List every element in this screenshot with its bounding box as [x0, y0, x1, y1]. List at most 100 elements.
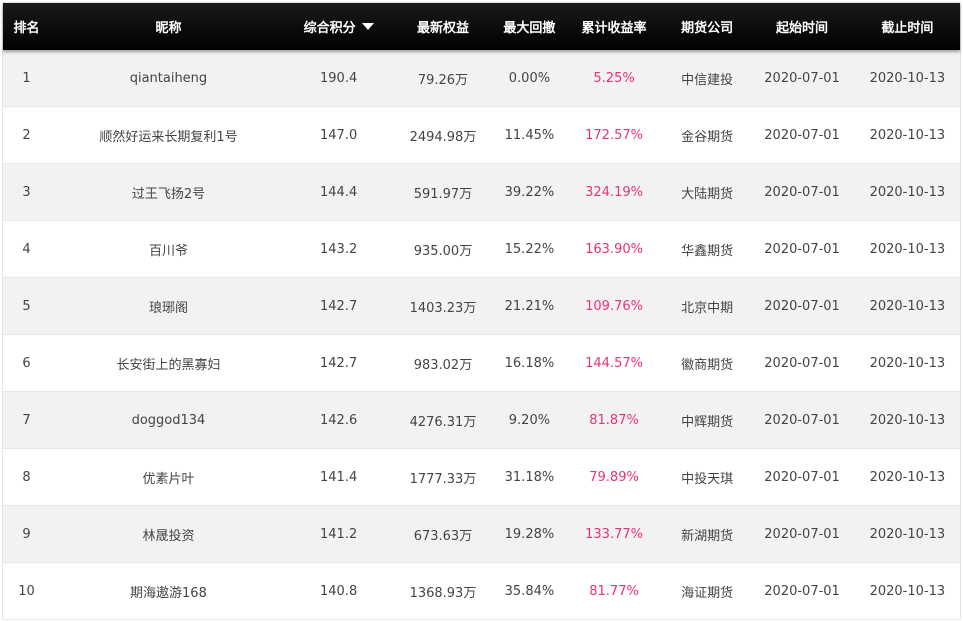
cell-drawdown: 19.28%: [504, 526, 555, 542]
cell-return-rate: 324.19%: [585, 184, 643, 200]
cell-broker: 华鑫期货: [681, 243, 734, 259]
table-row: 10 期海遨游168 140.8 1368.93万 35.84% 81.77% 海证期货 20…: [3, 563, 960, 620]
cell-end-time: 2020-10-13: [869, 469, 946, 485]
cell-score: 147.0: [320, 127, 358, 143]
table-row: 1 qiantaiheng 190.4 79.26万 0.00% 5.25% 中信建投 202…: [3, 50, 960, 107]
table-row: 7 doggod134 142.6 4276.31万 9.20% 81.87% 中辉期货 20…: [3, 392, 960, 449]
header-end-time[interactable]: 截止时间: [855, 17, 960, 36]
cell-end-time: 2020-10-13: [869, 583, 946, 599]
cell-score: 142.7: [320, 298, 358, 314]
cell-equity: 1403.23万: [409, 300, 477, 316]
cell-score: 144.4: [320, 184, 358, 200]
cell-broker: 大陆期货: [681, 186, 734, 202]
cell-start-time: 2020-07-01: [764, 70, 840, 86]
ranking-table: 排名 昵称 综合积分 最新权益 最大回撤 累计收益率 期货公司 起始时间 截止时…: [2, 2, 961, 620]
cell-score: 190.4: [320, 70, 358, 86]
header-broker[interactable]: 期货公司: [665, 17, 750, 36]
header-equity[interactable]: 最新权益: [390, 17, 495, 36]
sort-descending-icon[interactable]: [361, 23, 374, 30]
cell-equity: 935.00万: [413, 243, 473, 259]
cell-nickname: 期海遨游168: [130, 585, 207, 601]
cell-drawdown: 9.20%: [508, 412, 551, 428]
cell-return-rate: 172.57%: [585, 127, 643, 143]
cell-drawdown: 21.21%: [504, 298, 555, 314]
cell-nickname: 优素片叶: [142, 471, 195, 487]
cell-rank: 2: [22, 127, 31, 143]
cell-nickname: 林晟投资: [142, 528, 195, 544]
cell-score: 141.2: [320, 526, 358, 542]
cell-score: 140.8: [320, 583, 358, 599]
table-row: 2 顺然好运来长期复利1号 147.0 2494.98万 11.45% 172.57% 金谷…: [3, 107, 960, 164]
cell-nickname: qiantaiheng: [129, 70, 208, 86]
header-rank[interactable]: 排名: [3, 17, 50, 36]
cell-end-time: 2020-10-13: [869, 127, 946, 143]
cell-equity: 79.26万: [417, 72, 469, 88]
cell-drawdown: 11.45%: [504, 127, 555, 143]
cell-end-time: 2020-10-13: [869, 526, 946, 542]
cell-end-time: 2020-10-13: [869, 412, 946, 428]
cell-rank: 9: [22, 526, 31, 542]
table-row: 8 优素片叶 141.4 1777.33万 31.18% 79.89% 中投天琪 2020-0…: [3, 449, 960, 506]
cell-broker: 徽商期货: [681, 357, 734, 373]
cell-drawdown: 31.18%: [504, 469, 555, 485]
cell-broker: 新湖期货: [681, 528, 734, 544]
cell-end-time: 2020-10-13: [869, 241, 946, 257]
cell-broker: 中信建投: [681, 72, 734, 88]
cell-end-time: 2020-10-13: [869, 184, 946, 200]
cell-score: 141.4: [320, 469, 358, 485]
cell-start-time: 2020-07-01: [764, 127, 840, 143]
cell-broker: 中辉期货: [681, 414, 734, 430]
table-header: 排名 昵称 综合积分 最新权益 最大回撤 累计收益率 期货公司 起始时间 截止时…: [3, 3, 960, 50]
header-score[interactable]: 综合积分: [287, 17, 390, 36]
cell-rank: 10: [18, 583, 35, 599]
cell-rank: 6: [22, 355, 31, 371]
cell-return-rate: 163.90%: [585, 241, 643, 257]
cell-rank: 8: [22, 469, 31, 485]
header-nickname[interactable]: 昵称: [50, 17, 287, 36]
header-drawdown[interactable]: 最大回撤: [496, 17, 564, 36]
cell-nickname: 长安街上的黑寡妇: [116, 357, 221, 373]
header-score-label: 综合积分: [303, 21, 356, 36]
cell-drawdown: 15.22%: [504, 241, 555, 257]
cell-start-time: 2020-07-01: [764, 412, 840, 428]
cell-drawdown: 35.84%: [504, 583, 555, 599]
cell-return-rate: 79.89%: [589, 469, 639, 485]
cell-drawdown: 0.00%: [508, 70, 551, 86]
header-return-rate[interactable]: 累计收益率: [563, 17, 665, 36]
cell-rank: 4: [22, 241, 31, 257]
cell-score: 143.2: [320, 241, 358, 257]
cell-nickname: 百川爷: [148, 243, 188, 259]
table-row: 5 琅琊阁 142.7 1403.23万 21.21% 109.76% 北京中期 2020-0…: [3, 278, 960, 335]
cell-return-rate: 144.57%: [585, 355, 643, 371]
cell-equity: 1368.93万: [409, 585, 477, 601]
cell-broker: 北京中期: [681, 300, 734, 316]
cell-broker: 金谷期货: [681, 129, 734, 145]
cell-nickname: 过王飞扬2号: [131, 186, 206, 202]
cell-start-time: 2020-07-01: [764, 298, 840, 314]
cell-equity: 1777.33万: [409, 471, 477, 487]
cell-start-time: 2020-07-01: [764, 184, 840, 200]
cell-equity: 4276.31万: [409, 414, 477, 430]
cell-end-time: 2020-10-13: [869, 70, 946, 86]
cell-nickname: 顺然好运来长期复利1号: [99, 129, 238, 145]
table-body: 1 qiantaiheng 190.4 79.26万 0.00% 5.25% 中信建投 202…: [3, 50, 960, 620]
cell-broker: 中投天琪: [681, 471, 734, 487]
table-row: 6 长安街上的黑寡妇 142.7 983.02万 16.18% 144.57% 徽商期货 20…: [3, 335, 960, 392]
cell-return-rate: 5.25%: [593, 70, 635, 86]
cell-drawdown: 16.18%: [504, 355, 555, 371]
cell-rank: 3: [22, 184, 31, 200]
cell-start-time: 2020-07-01: [764, 241, 840, 257]
cell-return-rate: 81.77%: [589, 583, 639, 599]
cell-nickname: doggod134: [131, 412, 206, 428]
cell-equity: 983.02万: [413, 357, 473, 373]
cell-nickname: 琅琊阁: [148, 300, 188, 316]
cell-return-rate: 109.76%: [585, 298, 643, 314]
header-start-time[interactable]: 起始时间: [749, 17, 854, 36]
cell-return-rate: 81.87%: [589, 412, 639, 428]
cell-end-time: 2020-10-13: [869, 355, 946, 371]
cell-score: 142.7: [320, 355, 358, 371]
cell-start-time: 2020-07-01: [764, 526, 840, 542]
cell-start-time: 2020-07-01: [764, 355, 840, 371]
cell-score: 142.6: [320, 412, 358, 428]
cell-start-time: 2020-07-01: [764, 583, 840, 599]
